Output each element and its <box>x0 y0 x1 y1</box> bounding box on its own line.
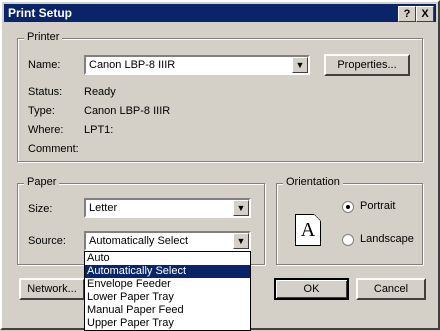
close-button[interactable]: X <box>416 6 434 22</box>
paper-source-dropdown-list: Auto Automatically Select Envelope Feeder L… <box>84 251 251 331</box>
title-bar: Print Setup ? X <box>4 4 436 22</box>
portrait-label[interactable]: Portrait <box>360 200 395 212</box>
where-label: Where: <box>28 124 64 136</box>
source-label: Source: <box>28 235 66 247</box>
cancel-button[interactable]: Cancel <box>356 278 426 300</box>
name-label: Name: <box>28 59 61 71</box>
portrait-radio[interactable] <box>342 201 354 213</box>
network-button[interactable]: Network... <box>19 278 85 300</box>
paper-source-value: Automatically Select <box>89 235 189 247</box>
orientation-group-label: Orientation <box>283 176 343 188</box>
type-label: Type: <box>28 105 55 117</box>
comment-label: Comment: <box>28 143 79 155</box>
paper-size-value: Letter <box>89 202 118 214</box>
landscape-label[interactable]: Landscape <box>360 233 414 245</box>
chevron-down-icon[interactable]: ▼ <box>292 57 308 73</box>
landscape-radio[interactable] <box>342 234 354 246</box>
status-label: Status: <box>28 86 63 98</box>
properties-button[interactable]: Properties... <box>324 54 410 76</box>
size-label: Size: <box>28 203 53 215</box>
source-option[interactable]: Lower Paper Tray <box>85 291 250 304</box>
printer-name-select[interactable]: Canon LBP-8 IIIR ▼ <box>84 55 310 75</box>
help-button[interactable]: ? <box>398 6 416 22</box>
source-option[interactable]: Upper Paper Tray <box>85 317 250 330</box>
printer-name-value: Canon LBP-8 IIIR <box>89 59 176 71</box>
source-option[interactable]: Auto <box>85 252 250 265</box>
paper-size-select[interactable]: Letter ▼ <box>84 198 251 218</box>
dialog-title: Print Setup <box>8 6 73 20</box>
chevron-down-icon[interactable]: ▼ <box>233 233 249 249</box>
status-value: Ready <box>84 86 116 98</box>
paper-group-label: Paper <box>24 176 60 188</box>
chevron-down-icon[interactable]: ▼ <box>233 200 249 216</box>
source-option[interactable]: Manual Paper Feed <box>85 304 250 317</box>
type-value: Canon LBP-8 IIIR <box>84 105 171 117</box>
ok-button[interactable]: OK <box>274 278 349 300</box>
orientation-preview-icon: A <box>295 214 321 246</box>
paper-source-select[interactable]: Automatically Select ▼ <box>84 231 251 251</box>
where-value: LPT1: <box>84 124 114 136</box>
print-setup-dialog: Print Setup ? X Printer Name: Canon LBP-… <box>0 0 440 331</box>
source-option[interactable]: Automatically Select <box>85 265 250 278</box>
printer-group-label: Printer <box>24 31 63 43</box>
source-option[interactable]: Envelope Feeder <box>85 278 250 291</box>
